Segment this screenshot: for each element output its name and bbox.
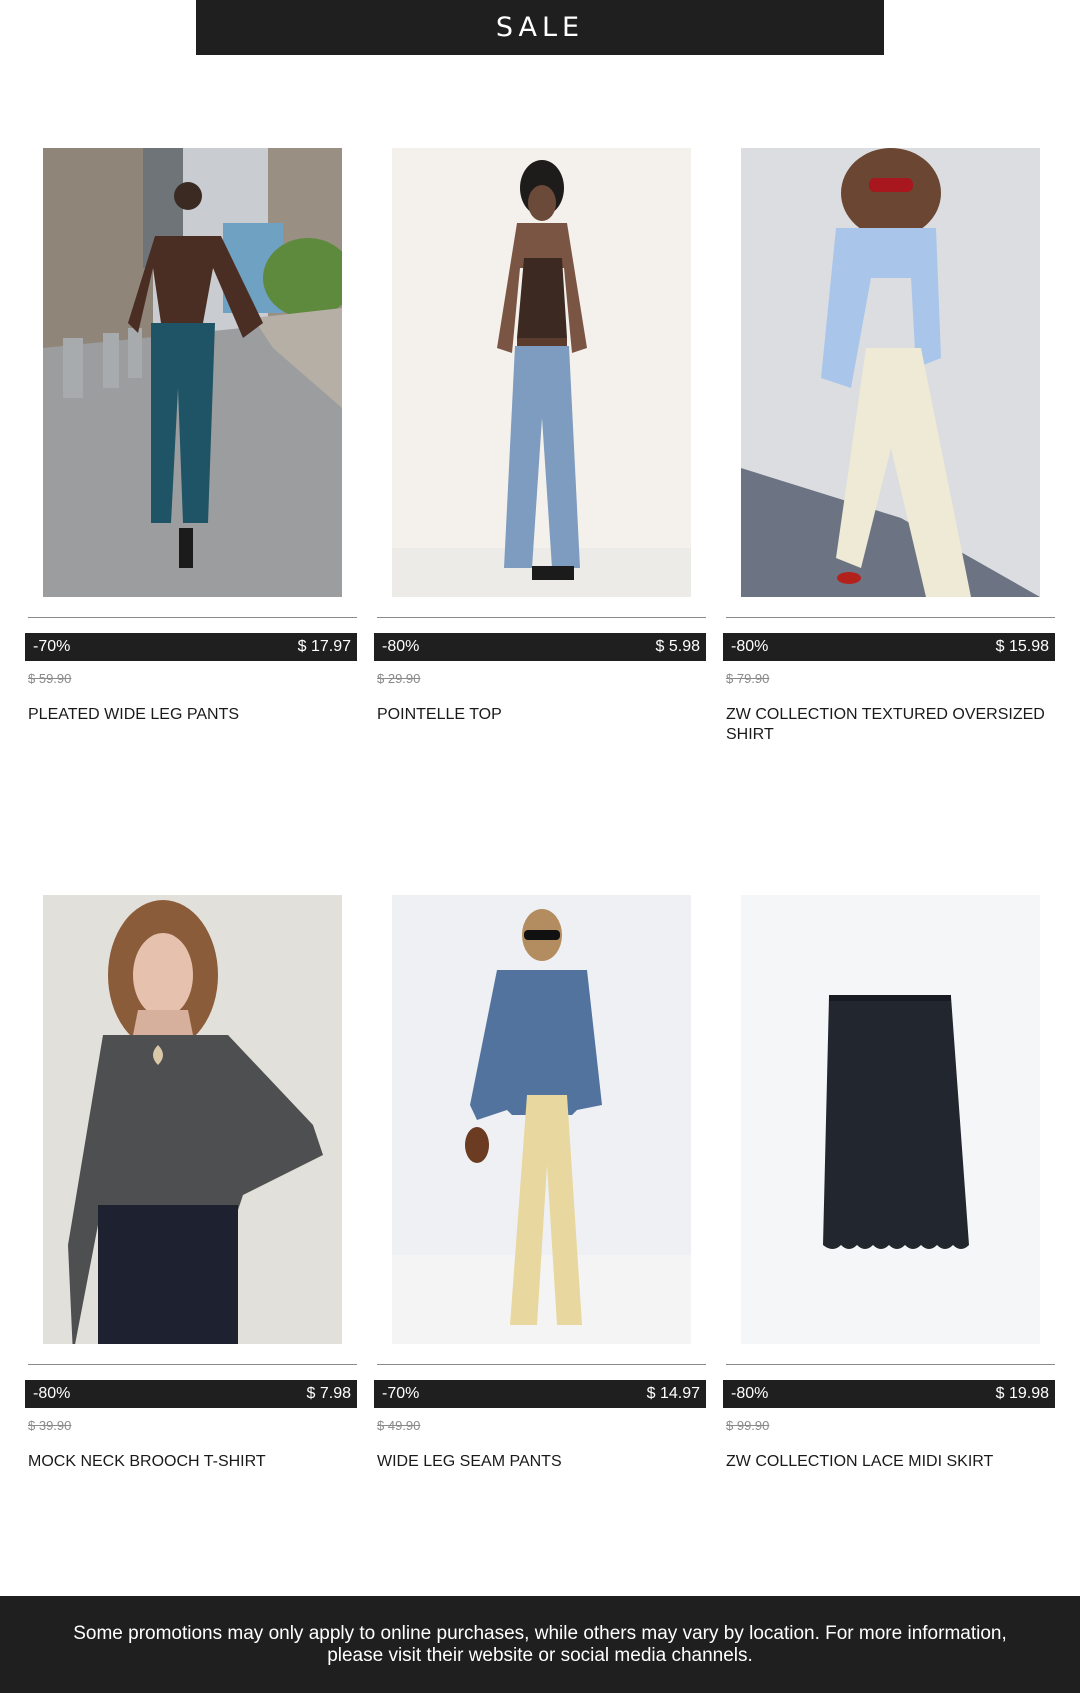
sale-price: $ 15.98 bbox=[995, 638, 1049, 655]
promo-disclaimer-footer: Some promotions may only apply to online… bbox=[0, 1596, 1080, 1693]
product-card[interactable]: -80% $ 7.98 $ 39.90 MOCK NECK BROOCH T-S… bbox=[25, 895, 357, 1555]
original-price: $ 79.90 bbox=[726, 671, 770, 686]
discount-label: -80% bbox=[731, 1385, 769, 1402]
discount-label: -70% bbox=[382, 1385, 420, 1402]
product-image[interactable] bbox=[741, 148, 1040, 597]
product-name[interactable]: MOCK NECK BROOCH T-SHIRT bbox=[28, 1452, 354, 1472]
sale-banner: SALE bbox=[196, 0, 884, 55]
original-price: $ 39.90 bbox=[28, 1418, 72, 1433]
discount-label: -70% bbox=[33, 638, 71, 655]
divider bbox=[28, 1364, 357, 1365]
product-card[interactable]: -70% $ 17.97 $ 59.90 PLEATED WIDE LEG PA… bbox=[25, 148, 357, 808]
product-name[interactable]: WIDE LEG SEAM PANTS bbox=[377, 1452, 703, 1472]
product-card[interactable]: -80% $ 15.98 $ 79.90 ZW COLLECTION TEXTU… bbox=[723, 148, 1055, 808]
disclaimer-text: Some promotions may only apply to online… bbox=[73, 1622, 1007, 1666]
sale-price: $ 17.97 bbox=[297, 638, 351, 655]
discount-label: -80% bbox=[382, 638, 420, 655]
price-bar: -70% $ 14.97 bbox=[374, 1380, 706, 1408]
product-card[interactable]: -70% $ 14.97 $ 49.90 WIDE LEG SEAM PANTS bbox=[374, 895, 706, 1555]
sale-price: $ 19.98 bbox=[995, 1385, 1049, 1402]
discount-label: -80% bbox=[731, 638, 769, 655]
price-bar: -80% $ 5.98 bbox=[374, 633, 706, 661]
original-price: $ 99.90 bbox=[726, 1418, 770, 1433]
product-image[interactable] bbox=[43, 148, 342, 597]
original-price: $ 59.90 bbox=[28, 671, 72, 686]
product-name[interactable]: ZW COLLECTION LACE MIDI SKIRT bbox=[726, 1452, 1052, 1472]
price-bar: -80% $ 15.98 bbox=[723, 633, 1055, 661]
product-name[interactable]: POINTELLE TOP bbox=[377, 705, 703, 725]
product-image[interactable] bbox=[392, 895, 691, 1344]
price-bar: -80% $ 19.98 bbox=[723, 1380, 1055, 1408]
divider bbox=[726, 617, 1055, 618]
product-name[interactable]: PLEATED WIDE LEG PANTS bbox=[28, 705, 354, 725]
price-bar: -70% $ 17.97 bbox=[25, 633, 357, 661]
divider bbox=[726, 1364, 1055, 1365]
product-card[interactable]: -80% $ 19.98 $ 99.90 ZW COLLECTION LACE … bbox=[723, 895, 1055, 1555]
original-price: $ 49.90 bbox=[377, 1418, 421, 1433]
sale-price: $ 5.98 bbox=[655, 638, 700, 655]
discount-label: -80% bbox=[33, 1385, 71, 1402]
product-image[interactable] bbox=[741, 895, 1040, 1344]
product-image[interactable] bbox=[392, 148, 691, 597]
product-name[interactable]: ZW COLLECTION TEXTURED OVERSIZED SHIRT bbox=[726, 705, 1052, 745]
divider bbox=[28, 617, 357, 618]
divider bbox=[377, 1364, 706, 1365]
divider bbox=[377, 617, 706, 618]
original-price: $ 29.90 bbox=[377, 671, 421, 686]
product-image[interactable] bbox=[43, 895, 342, 1344]
price-bar: -80% $ 7.98 bbox=[25, 1380, 357, 1408]
sale-price: $ 14.97 bbox=[646, 1385, 700, 1402]
sale-title: SALE bbox=[495, 12, 585, 43]
sale-price: $ 7.98 bbox=[306, 1385, 351, 1402]
product-card[interactable]: -80% $ 5.98 $ 29.90 POINTELLE TOP bbox=[374, 148, 706, 808]
